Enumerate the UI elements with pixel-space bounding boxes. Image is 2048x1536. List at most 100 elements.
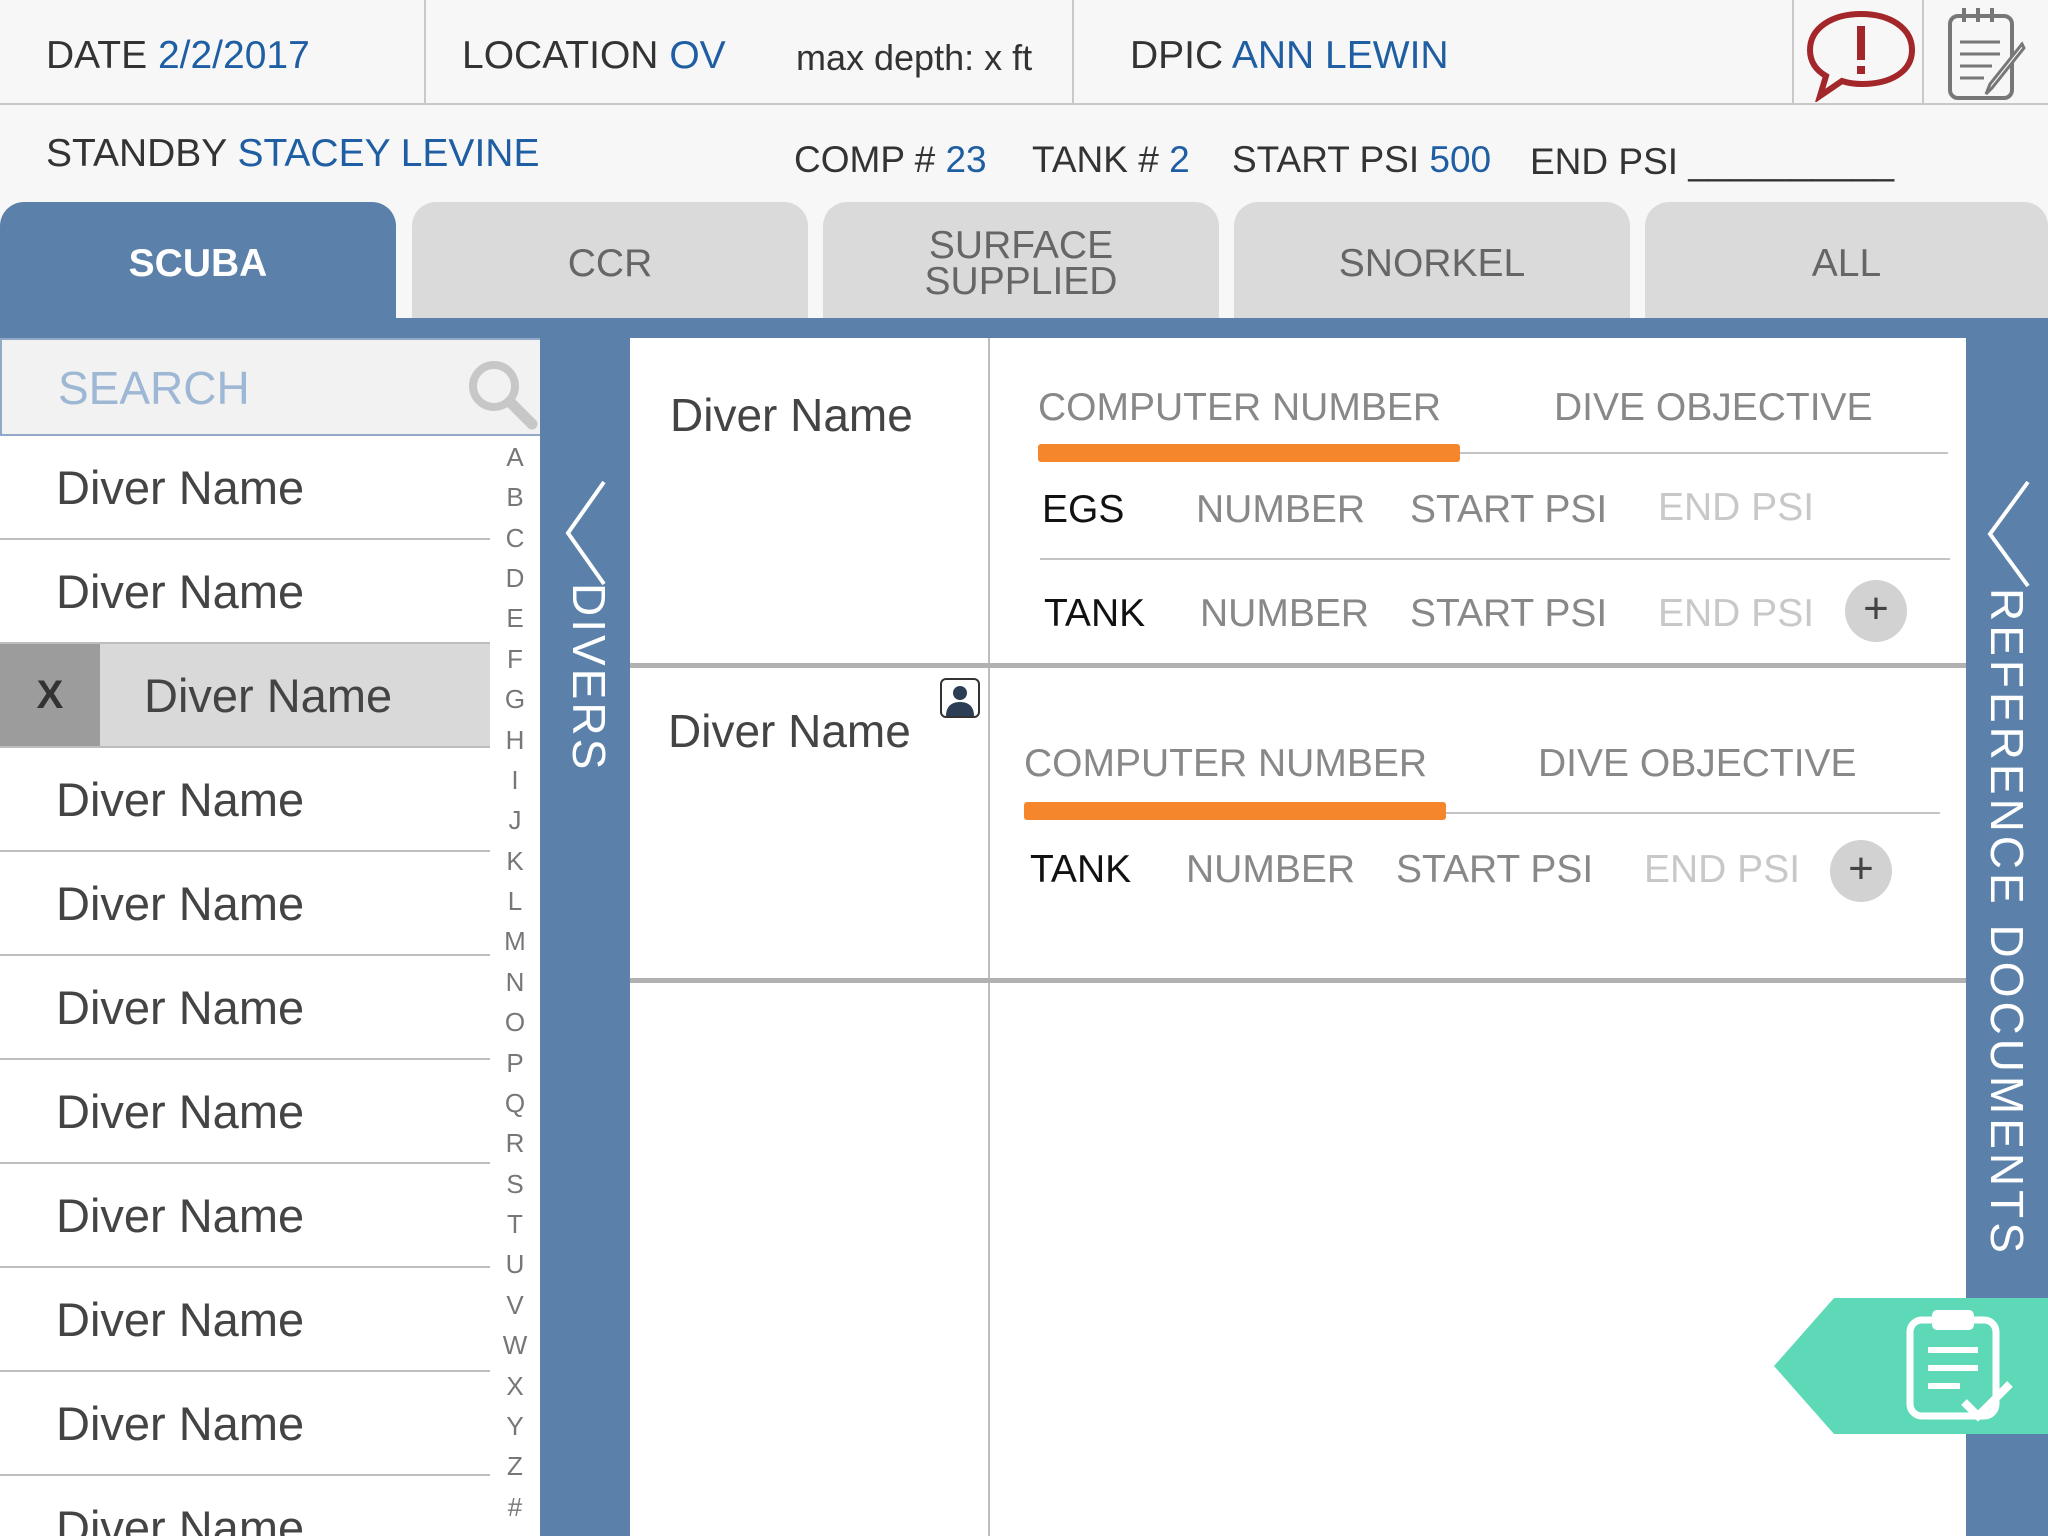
divers-list: Diver Name Diver Name X Diver Name Diver… (0, 436, 490, 1536)
reference-rail-label: REFERENCE DOCUMENTS (1981, 588, 2033, 1257)
alphabet-letter[interactable]: H (490, 725, 540, 756)
diver-list-item[interactable]: Diver Name (0, 1060, 490, 1164)
alphabet-letter[interactable]: L (490, 886, 540, 917)
tank-value[interactable]: 2 (1169, 139, 1190, 180)
alphabet-letter[interactable]: B (490, 482, 540, 513)
tank-start-psi-field[interactable]: START PSI (1410, 592, 1607, 636)
alphabet-letter[interactable]: Q (490, 1088, 540, 1119)
person-icon[interactable] (940, 678, 980, 718)
diver-list-item[interactable]: Diver Name (0, 540, 490, 644)
tank-end-psi-field[interactable]: END PSI (1644, 848, 1800, 892)
date-label: DATE (46, 34, 148, 77)
dive-objective-field[interactable]: DIVE OBJECTIVE (1554, 386, 1873, 430)
alphabet-letter[interactable]: U (490, 1249, 540, 1280)
diver-name: Diver Name (56, 773, 305, 826)
sub-header: STANDBY STACEY LEVINE COMP # 23 TANK # 2… (0, 105, 2048, 200)
tab-scuba[interactable]: SCUBA (0, 202, 396, 320)
start-psi-value[interactable]: 500 (1429, 139, 1491, 180)
card-diver-name[interactable]: Diver Name (668, 704, 911, 758)
divers-collapse-rail[interactable]: DIVERS (540, 338, 630, 1536)
alphabet-letter[interactable]: W (490, 1330, 540, 1361)
column-divider (988, 338, 990, 1536)
add-tank-button[interactable]: + (1845, 580, 1907, 642)
egs-start-psi-field[interactable]: START PSI (1410, 488, 1607, 532)
diver-list-item[interactable]: Diver Name (0, 956, 490, 1060)
standby-field: STANDBY STACEY LEVINE (46, 132, 539, 175)
egs-number-field[interactable]: NUMBER (1196, 488, 1365, 532)
diver-list-item[interactable]: Diver Name (0, 1476, 490, 1536)
alphabet-letter[interactable]: O (490, 1007, 540, 1038)
card-diver-name[interactable]: Diver Name (670, 388, 913, 442)
alphabet-letter[interactable]: Z (490, 1451, 540, 1482)
diver-name: Diver Name (56, 1397, 305, 1450)
search-bar: + (0, 338, 630, 436)
alphabet-letter[interactable]: V (490, 1290, 540, 1321)
alphabet-letter[interactable]: F (490, 644, 540, 675)
dive-objective-field[interactable]: DIVE OBJECTIVE (1538, 742, 1857, 786)
alphabet-letter[interactable]: Y (490, 1411, 540, 1442)
alphabet-letter[interactable]: J (490, 805, 540, 836)
diver-list-item-selected[interactable]: X Diver Name (0, 644, 490, 748)
alphabet-letter[interactable]: R (490, 1128, 540, 1159)
alphabet-letter[interactable]: I (490, 765, 540, 796)
dpic-label: DPIC (1130, 34, 1224, 77)
diver-name: Diver Name (56, 1085, 305, 1138)
tab-snorkel[interactable]: SNORKEL (1234, 202, 1630, 320)
alphabet-letter[interactable]: C (490, 523, 540, 554)
tank-number-field[interactable]: NUMBER (1186, 848, 1355, 892)
end-psi-label: END PSI (1530, 141, 1679, 182)
tank-end-psi-field[interactable]: END PSI (1658, 592, 1814, 636)
search-input[interactable] (58, 362, 438, 414)
date-field: DATE 2/2/2017 (46, 36, 310, 75)
search-icon[interactable] (464, 356, 540, 432)
comp-value[interactable]: 23 (945, 139, 986, 180)
alphabet-letter[interactable]: N (490, 967, 540, 998)
tab-all[interactable]: ALL (1645, 202, 2048, 320)
top-header: DATE 2/2/2017 LOCATION OV max depth: x f… (0, 0, 2048, 105)
clipboard-check-icon[interactable] (1774, 1298, 2048, 1434)
diver-list-item[interactable]: Diver Name (0, 852, 490, 956)
end-psi-value[interactable]: __________ (1688, 141, 1894, 182)
standby-value[interactable]: STACEY LEVINE (237, 132, 539, 175)
alphabet-letter[interactable]: P (490, 1048, 540, 1079)
diver-list-item[interactable]: Diver Name (0, 748, 490, 852)
diver-name: Diver Name (56, 565, 305, 618)
alphabet-letter[interactable]: A (490, 442, 540, 473)
start-psi-field: START PSI 500 (1232, 141, 1491, 178)
tank-label: TANK # (1032, 139, 1159, 180)
diver-list-item[interactable]: Diver Name (0, 436, 490, 540)
row-divider (1040, 558, 1950, 560)
notes-button[interactable] (1924, 0, 2048, 105)
alphabet-letter[interactable]: G (490, 684, 540, 715)
tab-surface-supplied[interactable]: SURFACE SUPPLIED (823, 202, 1219, 320)
remove-diver-button[interactable]: X (0, 644, 100, 746)
chevron-left-icon[interactable] (1986, 478, 2032, 590)
alphabet-letter[interactable]: S (490, 1169, 540, 1200)
alphabet-letter[interactable]: D (490, 563, 540, 594)
computer-number-field[interactable]: COMPUTER NUMBER (1024, 742, 1427, 786)
computer-number-field[interactable]: COMPUTER NUMBER (1038, 386, 1441, 430)
location-value[interactable]: OV (669, 34, 725, 77)
start-psi-label: START PSI (1232, 139, 1420, 180)
location-cell: LOCATION OV max depth: x ft (426, 0, 1074, 105)
diver-list-item[interactable]: Diver Name (0, 1268, 490, 1372)
date-cell: DATE 2/2/2017 (0, 0, 426, 105)
tank-start-psi-field[interactable]: START PSI (1396, 848, 1593, 892)
alphabet-letter[interactable]: # (490, 1492, 540, 1523)
diver-list-item[interactable]: Diver Name (0, 1372, 490, 1476)
add-tank-button[interactable]: + (1830, 840, 1892, 902)
alphabet-letter[interactable]: M (490, 926, 540, 957)
dpic-value[interactable]: ANN LEWIN (1232, 34, 1449, 77)
alert-button[interactable] (1794, 0, 1924, 105)
diver-list-item[interactable]: Diver Name (0, 1164, 490, 1268)
egs-end-psi-field[interactable]: END PSI (1658, 486, 1814, 530)
diver-name: Diver Name (56, 1501, 305, 1536)
alphabet-letter[interactable]: T (490, 1209, 540, 1240)
chevron-left-icon[interactable] (564, 478, 608, 588)
alphabet-letter[interactable]: K (490, 846, 540, 877)
alphabet-letter[interactable]: E (490, 603, 540, 634)
tab-ccr[interactable]: CCR (412, 202, 808, 320)
tank-number-field[interactable]: NUMBER (1200, 592, 1369, 636)
alphabet-letter[interactable]: X (490, 1371, 540, 1402)
date-value[interactable]: 2/2/2017 (158, 34, 310, 77)
